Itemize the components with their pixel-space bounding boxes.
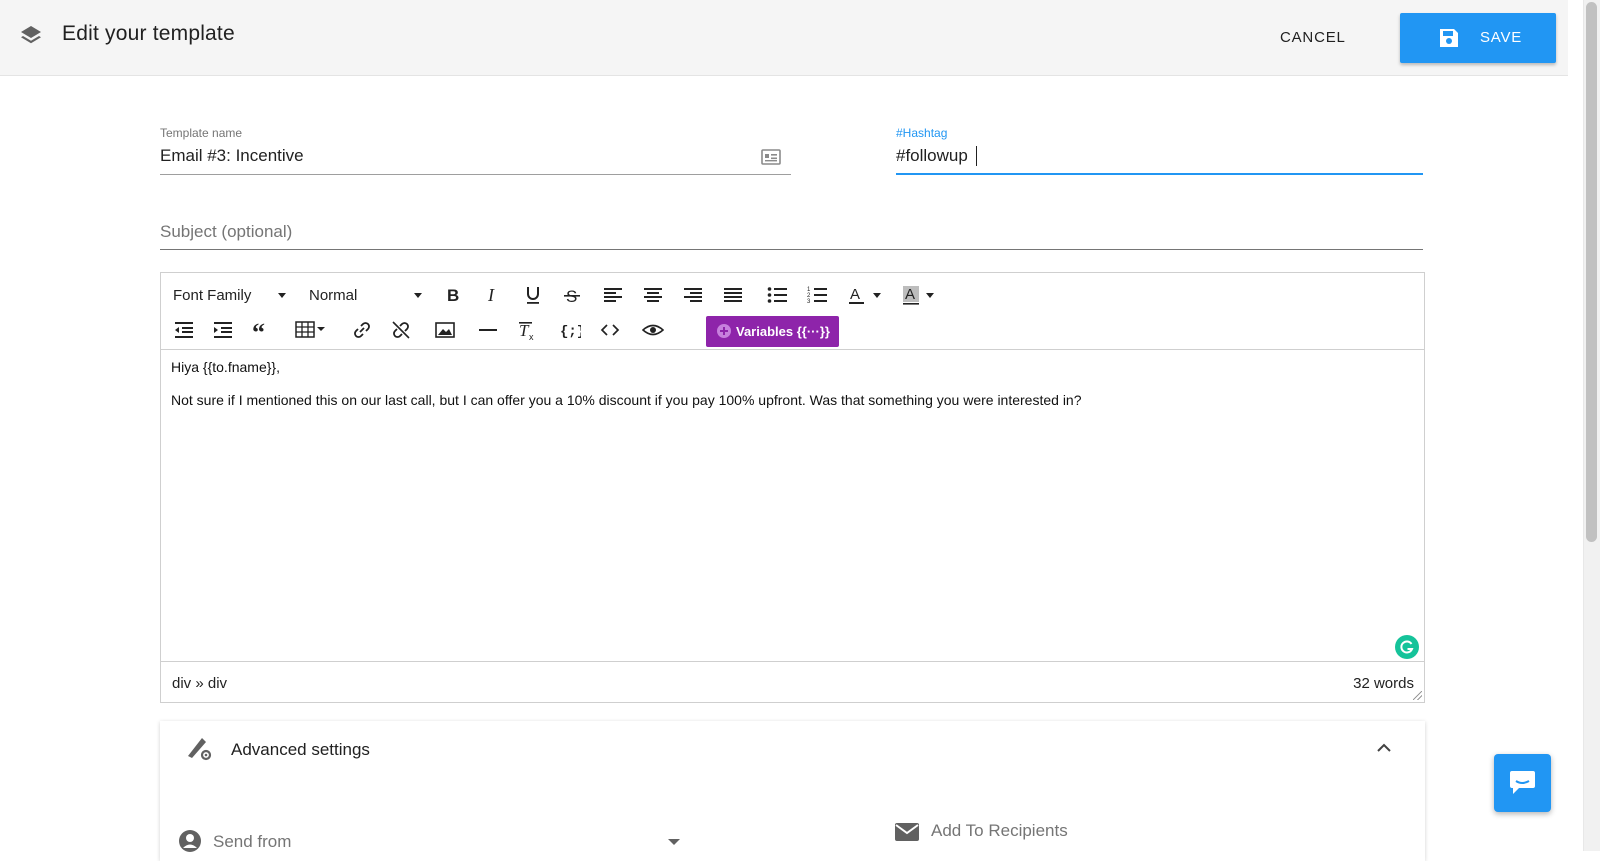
subject-input[interactable]: Subject (optional) — [160, 222, 292, 242]
hashtag-underline — [896, 173, 1423, 175]
image-icon[interactable] — [434, 319, 456, 341]
outdent-icon[interactable] — [173, 319, 195, 341]
page-title: Edit your template — [62, 22, 235, 45]
blockquote-icon[interactable]: “ — [251, 319, 273, 341]
hashtag-label: #Hashtag — [896, 126, 948, 140]
numbered-list-icon[interactable]: 123 — [806, 284, 828, 306]
advanced-settings-title: Advanced settings — [231, 740, 370, 759]
editor-statusbar: div » div 32 words — [161, 661, 1424, 702]
text-cursor — [976, 146, 977, 166]
svg-text:x: x — [529, 332, 534, 341]
chat-bubble-icon — [1510, 771, 1535, 794]
resize-handle-icon[interactable] — [1413, 691, 1422, 700]
send-from-caret-icon[interactable] — [668, 839, 680, 845]
app-header: Edit your template CANCEL SAVE — [0, 0, 1568, 76]
grammarly-icon[interactable] — [1395, 635, 1419, 659]
layers-icon — [19, 24, 43, 48]
text-color-icon[interactable]: A — [846, 284, 868, 306]
svg-text:3: 3 — [807, 299, 811, 305]
contact-card-icon[interactable] — [761, 149, 781, 165]
rich-text-editor[interactable]: Font Family Normal B I S 123 A A “ Tx {;… — [160, 272, 1425, 703]
save-button[interactable]: SAVE — [1400, 13, 1556, 63]
align-right-icon[interactable] — [682, 284, 704, 306]
svg-text:“: “ — [252, 319, 265, 341]
align-left-icon[interactable] — [602, 284, 624, 306]
table-icon[interactable] — [295, 319, 329, 341]
source-code-icon[interactable] — [599, 319, 621, 341]
svg-text:A: A — [905, 286, 915, 303]
font-size-caret-icon — [414, 293, 422, 298]
highlight-caret-icon[interactable] — [926, 293, 934, 298]
add-circle-icon — [717, 324, 731, 338]
indent-icon[interactable] — [212, 319, 234, 341]
font-size-select[interactable]: Normal — [309, 287, 357, 304]
bold-icon[interactable]: B — [442, 284, 464, 306]
font-family-caret-icon — [278, 293, 286, 298]
account-circle-icon — [178, 829, 202, 853]
italic-icon[interactable]: I — [482, 284, 504, 306]
send-from-select[interactable]: Send from — [213, 832, 291, 852]
add-to-recipients-label[interactable]: Add To Recipients — [931, 821, 1068, 841]
editor-greeting-line[interactable]: Hiya {{to.fname}}, — [171, 359, 280, 375]
code-block-icon[interactable]: {;} — [559, 319, 581, 341]
svg-text:{;}: {;} — [560, 324, 581, 340]
element-path[interactable]: div » div — [172, 675, 227, 692]
subject-underline — [160, 249, 1423, 250]
chevron-up-icon[interactable] — [1374, 738, 1394, 758]
save-button-label: SAVE — [1480, 29, 1523, 46]
link-icon[interactable] — [351, 319, 373, 341]
chat-button[interactable] — [1494, 754, 1551, 812]
align-center-icon[interactable] — [642, 284, 664, 306]
template-name-underline — [160, 174, 791, 175]
hashtag-input[interactable]: #followup — [896, 146, 968, 166]
svg-text:I: I — [487, 285, 495, 305]
horizontal-rule-icon[interactable] — [477, 319, 499, 341]
advanced-settings-panel: Advanced settings Send from Add To Recip… — [160, 721, 1425, 861]
font-family-select[interactable]: Font Family — [173, 287, 251, 304]
strikethrough-icon[interactable]: S — [561, 284, 583, 306]
template-name-input[interactable]: Email #3: Incentive — [160, 146, 304, 166]
word-count: 32 words — [1353, 675, 1414, 692]
editor-toolbar: Font Family Normal B I S 123 A A “ Tx {;… — [161, 273, 1424, 350]
variables-button[interactable]: Variables {{···}} — [706, 316, 839, 347]
preview-icon[interactable] — [642, 319, 664, 341]
scrollbar-thumb[interactable] — [1586, 2, 1597, 542]
unlink-icon[interactable] — [390, 319, 412, 341]
text-color-caret-icon[interactable] — [873, 293, 881, 298]
template-name-label: Template name — [160, 126, 243, 140]
align-justify-icon[interactable] — [722, 284, 744, 306]
bullet-list-icon[interactable] — [766, 284, 788, 306]
cancel-button[interactable]: CANCEL — [1272, 24, 1354, 52]
envelope-icon — [894, 821, 920, 843]
highlight-color-icon[interactable]: A — [901, 284, 923, 306]
floppy-disk-icon — [1437, 26, 1461, 50]
svg-text:A: A — [850, 286, 860, 303]
underline-icon[interactable] — [522, 284, 544, 306]
editor-body-line[interactable]: Not sure if I mentioned this on our last… — [171, 392, 1082, 408]
clear-format-icon[interactable]: Tx — [516, 319, 538, 341]
svg-text:B: B — [447, 286, 459, 305]
settings-pencil-icon — [186, 734, 214, 762]
variables-button-label: Variables {{···}} — [736, 324, 830, 339]
